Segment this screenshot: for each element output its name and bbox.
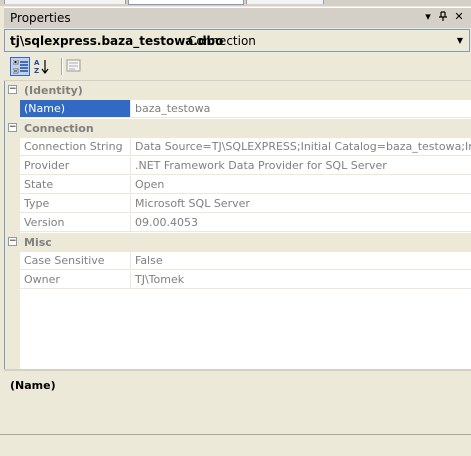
collapse-icon[interactable]: − bbox=[8, 123, 17, 132]
properties-title-bar[interactable]: Properties ▾ ✕ bbox=[4, 7, 471, 28]
chevron-down-icon[interactable]: ▾ bbox=[422, 11, 434, 23]
property-row-state[interactable]: State Open bbox=[5, 176, 471, 195]
property-row-version[interactable]: Version 09.00.4053 bbox=[5, 214, 471, 233]
chevron-down-icon[interactable]: ▼ bbox=[453, 33, 467, 48]
property-row-case-sensitive[interactable]: Case Sensitive False bbox=[5, 252, 471, 271]
property-name: Version bbox=[20, 214, 131, 232]
bottom-bar bbox=[0, 434, 471, 456]
property-value[interactable]: .NET Framework Data Provider for SQL Ser… bbox=[131, 157, 471, 175]
svg-text:Z: Z bbox=[34, 67, 39, 74]
top-tab-strip bbox=[0, 0, 471, 6]
property-value[interactable]: False bbox=[131, 252, 471, 270]
property-value[interactable]: TJ\Tomek bbox=[131, 271, 471, 289]
pin-icon[interactable] bbox=[437, 11, 449, 23]
category-identity[interactable]: − (Identity) bbox=[5, 81, 471, 100]
property-name: Type bbox=[20, 195, 131, 213]
description-title: (Name) bbox=[10, 379, 56, 392]
property-value[interactable]: Open bbox=[131, 176, 471, 194]
description-pane: (Name) bbox=[4, 369, 471, 434]
document-tab[interactable] bbox=[246, 0, 324, 4]
property-name: State bbox=[20, 176, 131, 194]
property-name: (Name) bbox=[20, 100, 131, 118]
property-row-provider[interactable]: Provider .NET Framework Data Provider fo… bbox=[5, 157, 471, 176]
collapse-icon[interactable]: − bbox=[8, 85, 17, 94]
categorized-icon bbox=[13, 60, 28, 74]
category-label: Connection bbox=[24, 122, 94, 135]
category-connection[interactable]: − Connection bbox=[5, 119, 471, 138]
categorized-button[interactable] bbox=[10, 57, 30, 76]
object-selector[interactable]: tj\sqlexpress.baza_testowa.dbo Connectio… bbox=[4, 29, 470, 52]
svg-text:A: A bbox=[34, 59, 40, 67]
property-row-owner[interactable]: Owner TJ\Tomek bbox=[5, 271, 471, 290]
category-label: (Identity) bbox=[24, 84, 83, 97]
close-icon[interactable]: ✕ bbox=[453, 11, 465, 23]
property-name: Owner bbox=[20, 271, 131, 289]
property-pages-icon bbox=[66, 59, 81, 72]
document-tab[interactable] bbox=[4, 0, 126, 4]
property-value[interactable]: Microsoft SQL Server bbox=[131, 195, 471, 213]
window-title: Properties bbox=[10, 11, 71, 25]
property-grid: − (Identity) (Name) baza_testowa − Conne… bbox=[4, 81, 471, 369]
properties-toolbar: A Z bbox=[4, 54, 471, 81]
document-tab-active[interactable] bbox=[128, 0, 244, 5]
grid-empty-area bbox=[5, 290, 471, 369]
property-name: Case Sensitive bbox=[20, 252, 131, 270]
toolbar-separator bbox=[61, 58, 63, 75]
property-value[interactable]: baza_testowa bbox=[131, 100, 471, 118]
property-value[interactable]: 09.00.4053 bbox=[131, 214, 471, 232]
collapse-icon[interactable]: − bbox=[8, 237, 17, 246]
category-label: Misc bbox=[24, 236, 52, 249]
property-pages-button[interactable] bbox=[64, 57, 84, 76]
property-row-name[interactable]: (Name) baza_testowa bbox=[5, 100, 471, 119]
property-row-connection-string[interactable]: Connection String Data Source=TJ\SQLEXPR… bbox=[5, 138, 471, 157]
property-row-type[interactable]: Type Microsoft SQL Server bbox=[5, 195, 471, 214]
category-misc[interactable]: − Misc bbox=[5, 233, 471, 252]
object-type: Connection bbox=[188, 34, 256, 48]
sort-az-icon: A Z bbox=[34, 59, 49, 74]
property-value[interactable]: Data Source=TJ\SQLEXPRESS;Initial Catalo… bbox=[131, 138, 471, 156]
property-name: Connection String bbox=[20, 138, 131, 156]
property-name: Provider bbox=[20, 157, 131, 175]
alphabetical-button[interactable]: A Z bbox=[32, 57, 52, 76]
